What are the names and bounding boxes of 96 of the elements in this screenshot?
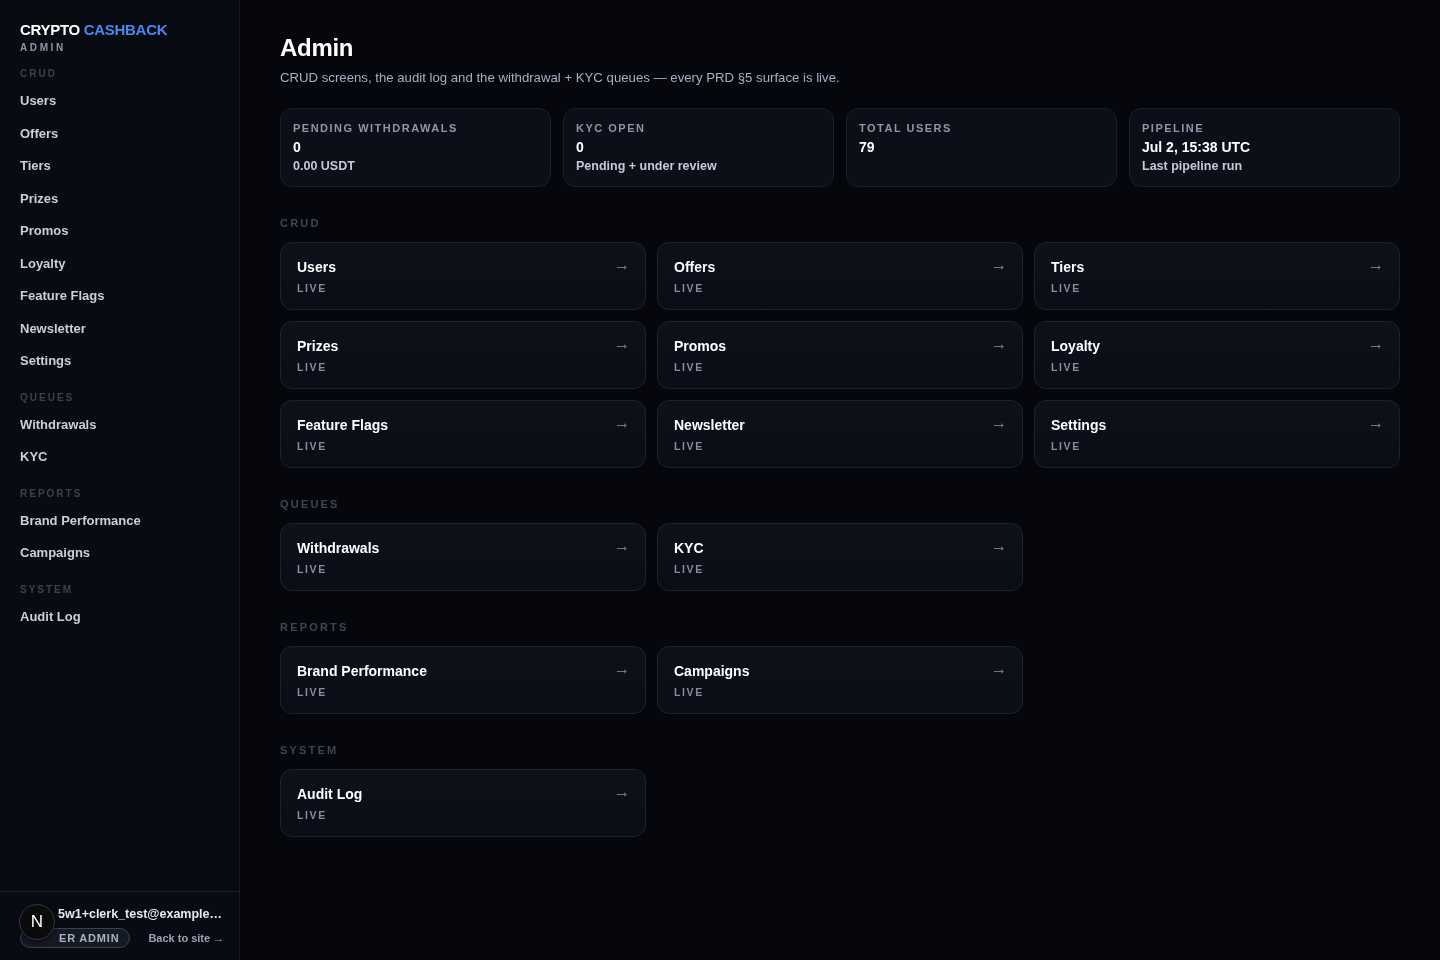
admin-link-card[interactable]: Campaigns LIVE [657,646,1023,714]
status-label: LIVE [674,282,704,294]
nav-item[interactable]: Campaigns [20,537,91,570]
status-label: LIVE [674,563,704,575]
nav-item[interactable]: Withdrawals [20,408,97,441]
dev-tools-button[interactable]: N [19,904,55,940]
stat-value: 0 [576,138,584,156]
stat-label: PENDING WITHDRAWALS [293,121,458,135]
arrow-right-icon [617,545,627,551]
card-title: Newsletter [674,416,745,434]
arrow-right-icon [617,791,627,797]
card-title: Tiers [1051,258,1085,276]
stat-value: 79 [859,138,875,156]
status-label: LIVE [1051,440,1081,452]
nav-item[interactable]: Offers [20,117,59,150]
section-heading: SYSTEM [280,744,339,756]
status-label: LIVE [297,563,327,575]
admin-link-card[interactable]: Users LIVE [280,242,646,310]
nav-section-label: CRUD [20,68,57,80]
status-label: LIVE [674,361,704,373]
card-title: Brand Performance [297,662,427,680]
card-title: Campaigns [674,662,750,680]
arrow-right-icon [1371,264,1381,270]
nav-item[interactable]: Loyalty [20,247,66,280]
brand-logo: CRYPTO CASHBACK [20,21,168,38]
stat-note: Last pipeline run [1142,158,1242,174]
card-title: Prizes [297,337,339,355]
status-label: LIVE [297,282,327,294]
admin-link-card[interactable]: Prizes LIVE [280,321,646,389]
stat-note: 0.00 USDT [293,158,355,174]
nav-item[interactable]: Users [20,85,57,118]
arrow-right-icon [617,422,627,428]
admin-link-card[interactable]: Promos LIVE [657,321,1023,389]
stat-label: TOTAL USERS [859,121,952,135]
brand-subtitle: ADMIN [20,42,66,54]
arrow-right-icon [994,668,1004,674]
status-label: LIVE [1051,361,1081,373]
back-to-site-link[interactable]: Back to site → [148,932,225,944]
page-description: CRUD screens, the audit log and the withdrawal + KYC queues — every PRD §5 surface is live. [280,69,840,87]
arrow-right-icon [617,264,627,270]
admin-link-card[interactable]: Brand Performance LIVE [280,646,646,714]
status-label: LIVE [297,809,327,821]
nav-item[interactable]: Promos [20,215,69,248]
admin-link-card[interactable]: Withdrawals LIVE [280,523,646,591]
admin-link-card[interactable]: Newsletter LIVE [657,400,1023,468]
arrow-right-icon [1371,343,1381,349]
admin-link-card[interactable]: KYC LIVE [657,523,1023,591]
nav-section-label: QUEUES [20,391,75,404]
nav-item[interactable]: Prizes [20,182,59,215]
section-heading: REPORTS [280,621,349,633]
admin-link-card[interactable]: Tiers LIVE [1034,242,1400,310]
nav-item[interactable]: Feature Flags [20,280,105,313]
nav-section-label: SYSTEM [20,583,74,596]
nav-item[interactable]: KYC [20,441,48,474]
card-title: Feature Flags [297,416,389,434]
stat-value: 0 [293,138,301,156]
status-label: LIVE [297,361,327,373]
stat-value: Jul 2, 15:38 UTC [1142,138,1251,156]
nav-item[interactable]: Tiers [20,150,51,183]
status-label: LIVE [674,440,704,452]
admin-link-card[interactable]: Audit Log LIVE [280,769,646,837]
arrow-right-icon [994,545,1004,551]
arrow-right-icon [1371,422,1381,428]
admin-link-card[interactable]: Feature Flags LIVE [280,400,646,468]
card-title: Offers [674,258,716,276]
section-heading: CRUD [280,217,321,229]
admin-link-card[interactable]: Loyalty LIVE [1034,321,1400,389]
arrow-right-icon [994,422,1004,428]
admin-link-card[interactable]: Settings LIVE [1034,400,1400,468]
card-title: Settings [1051,416,1107,434]
nav-item[interactable]: Brand Performance [20,504,141,537]
admin-link-card[interactable]: Offers LIVE [657,242,1023,310]
card-title: Audit Log [297,785,363,803]
arrow-right-icon [994,264,1004,270]
stat-note: Pending + under review [576,158,717,174]
status-label: LIVE [297,686,327,698]
status-label: LIVE [674,686,704,698]
page-title: Admin [280,33,354,63]
card-title: Withdrawals [297,539,380,557]
card-title: Promos [674,337,727,355]
arrow-right-icon [994,343,1004,349]
nav-item[interactable]: Newsletter [20,312,86,345]
card-title: KYC [674,539,704,557]
nav-section-label: REPORTS [20,487,83,500]
stat-label: KYC OPEN [576,121,646,135]
stat-label: PIPELINE [1142,121,1205,135]
status-label: LIVE [297,440,327,452]
card-title: Loyalty [1051,337,1100,355]
user-email: 5w1+clerk_test@example… [58,906,223,922]
status-label: LIVE [1051,282,1081,294]
arrow-right-icon [617,668,627,674]
nav-item[interactable]: Settings [20,345,72,378]
arrow-right-icon [617,343,627,349]
card-title: Users [297,258,336,276]
nav-item[interactable]: Audit Log [20,600,81,633]
section-heading: QUEUES [280,498,340,510]
